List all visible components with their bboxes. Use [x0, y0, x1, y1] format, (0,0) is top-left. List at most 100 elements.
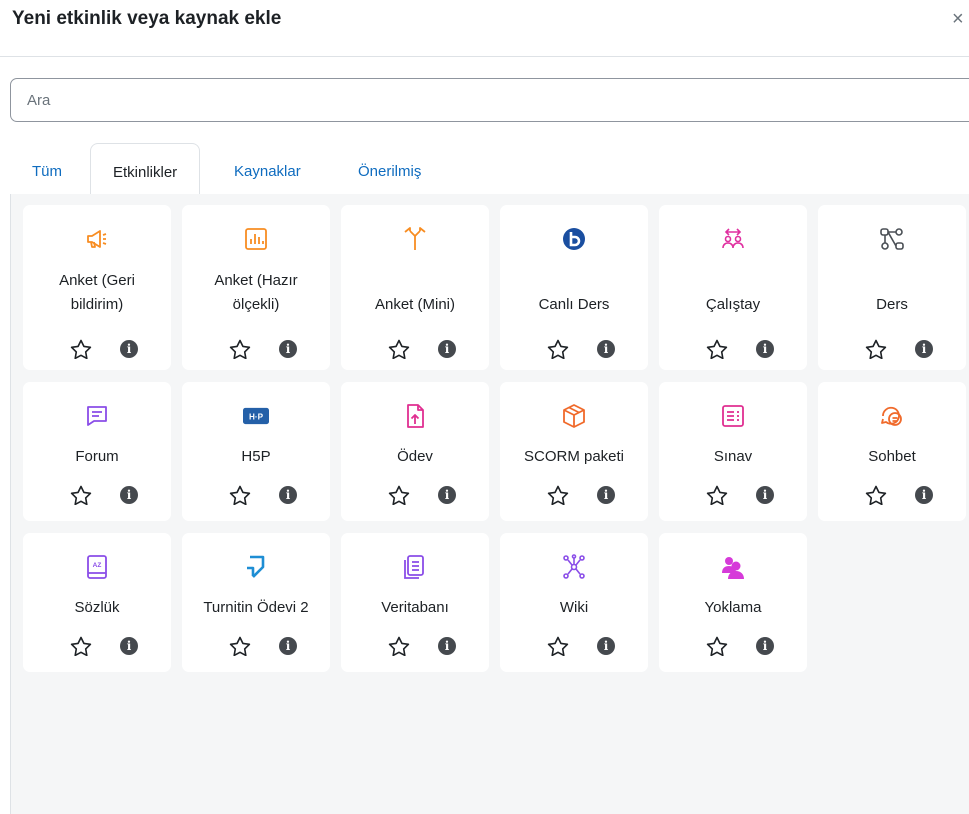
activity-card[interactable]: AZ Sözlük i	[23, 533, 171, 672]
info-icon[interactable]: i	[915, 486, 933, 504]
card-actions: i	[500, 636, 648, 657]
star-icon[interactable]	[865, 339, 887, 360]
activity-card[interactable]: Wiki i	[500, 533, 648, 672]
star-icon[interactable]	[547, 485, 569, 506]
star-icon[interactable]	[70, 485, 92, 506]
activity-card[interactable]: Forum i	[23, 382, 171, 521]
package-icon	[560, 402, 588, 430]
info-icon[interactable]: i	[756, 486, 774, 504]
svg-text:H·P: H·P	[249, 413, 264, 422]
activity-card[interactable]: Sohbet i	[818, 382, 966, 521]
activity-card[interactable]: Yoklama i	[659, 533, 807, 672]
info-icon[interactable]: i	[438, 637, 456, 655]
tab-recommended[interactable]: Önerilmiş	[336, 143, 443, 194]
svg-text:AZ: AZ	[93, 562, 102, 569]
card-actions: i	[500, 339, 648, 360]
activity-grid: Anket (Geri bildirim) i Anket (Hazır ölçek…	[10, 194, 969, 814]
activity-name: Ödev	[397, 448, 433, 465]
lesson-icon	[878, 225, 906, 253]
star-icon[interactable]	[229, 339, 251, 360]
info-icon[interactable]: i	[120, 340, 138, 358]
activity-name: Sınav	[713, 448, 753, 465]
star-icon[interactable]	[547, 339, 569, 360]
star-icon[interactable]	[547, 636, 569, 657]
info-icon[interactable]: i	[597, 340, 615, 358]
card-actions: i	[23, 485, 171, 506]
close-icon[interactable]: ×	[952, 8, 964, 31]
card-actions: i	[818, 485, 966, 506]
chat-icon	[878, 402, 906, 430]
activity-card[interactable]: H·P H5P i	[182, 382, 330, 521]
star-icon[interactable]	[229, 636, 251, 657]
attendance-icon	[719, 553, 747, 581]
activity-name: Sohbet	[868, 448, 916, 465]
info-icon[interactable]: i	[279, 486, 297, 504]
chart-icon	[242, 225, 270, 253]
activity-card[interactable]: SCORM paketi i	[500, 382, 648, 521]
wiki-icon	[560, 553, 588, 581]
star-icon[interactable]	[865, 485, 887, 506]
star-icon[interactable]	[229, 485, 251, 506]
activity-card[interactable]: Anket (Mini) i	[341, 205, 489, 370]
card-actions: i	[659, 339, 807, 360]
info-icon[interactable]: i	[756, 340, 774, 358]
activity-card[interactable]: Ödev i	[341, 382, 489, 521]
activity-name: H5P	[241, 448, 271, 465]
megaphone-icon	[83, 225, 111, 253]
quiz-icon	[719, 402, 747, 430]
activity-name: Wiki	[559, 599, 589, 616]
info-icon[interactable]: i	[915, 340, 933, 358]
activity-name: Anket (Hazır ölçekli)	[214, 272, 298, 313]
forum-icon	[83, 402, 111, 430]
info-icon[interactable]: i	[120, 637, 138, 655]
activity-name: SCORM paketi	[523, 448, 625, 465]
star-icon[interactable]	[388, 485, 410, 506]
star-icon[interactable]	[70, 636, 92, 657]
tab-bar: Tüm Etkinlikler Kaynaklar Önerilmiş	[10, 143, 969, 195]
activity-name: Forum	[75, 448, 119, 465]
search-input[interactable]	[11, 79, 969, 121]
activity-name: Anket (Geri bildirim)	[59, 272, 135, 313]
database-icon	[401, 553, 429, 581]
star-icon[interactable]	[706, 485, 728, 506]
activity-name: Ders	[876, 296, 908, 313]
star-icon[interactable]	[388, 636, 410, 657]
card-actions: i	[659, 485, 807, 506]
bigbluebutton-icon	[560, 225, 588, 253]
card-actions: i	[659, 636, 807, 657]
info-icon[interactable]: i	[597, 486, 615, 504]
star-icon[interactable]	[706, 339, 728, 360]
activity-card[interactable]: Sınav i	[659, 382, 807, 521]
info-icon[interactable]: i	[597, 637, 615, 655]
tab-resources[interactable]: Kaynaklar	[212, 143, 323, 194]
activity-card[interactable]: Canlı Ders i	[500, 205, 648, 370]
activity-card[interactable]: Anket (Geri bildirim) i	[23, 205, 171, 370]
h5p-icon: H·P	[242, 402, 270, 430]
info-icon[interactable]: i	[279, 637, 297, 655]
card-actions: i	[341, 485, 489, 506]
turnitin-icon	[242, 553, 270, 581]
info-icon[interactable]: i	[438, 340, 456, 358]
card-actions: i	[341, 339, 489, 360]
workshop-icon	[719, 225, 747, 253]
tab-activities[interactable]: Etkinlikler	[90, 143, 201, 195]
info-icon[interactable]: i	[120, 486, 138, 504]
activity-card[interactable]: Veritabanı i	[341, 533, 489, 672]
info-icon[interactable]: i	[438, 486, 456, 504]
glossary-icon: AZ	[83, 553, 111, 581]
star-icon[interactable]	[706, 636, 728, 657]
signpost-icon	[401, 225, 429, 253]
activity-card[interactable]: Çalıştay i	[659, 205, 807, 370]
card-actions: i	[23, 636, 171, 657]
activity-card[interactable]: Ders i	[818, 205, 966, 370]
info-icon[interactable]: i	[279, 340, 297, 358]
tab-all[interactable]: Tüm	[10, 143, 84, 194]
info-icon[interactable]: i	[756, 637, 774, 655]
activity-card[interactable]: Anket (Hazır ölçekli) i	[182, 205, 330, 370]
activity-name: Veritabanı	[381, 599, 449, 616]
activity-name: Sözlük	[74, 599, 120, 616]
card-actions: i	[23, 339, 171, 360]
activity-card[interactable]: Turnitin Ödevi 2 i	[182, 533, 330, 672]
star-icon[interactable]	[388, 339, 410, 360]
star-icon[interactable]	[70, 339, 92, 360]
